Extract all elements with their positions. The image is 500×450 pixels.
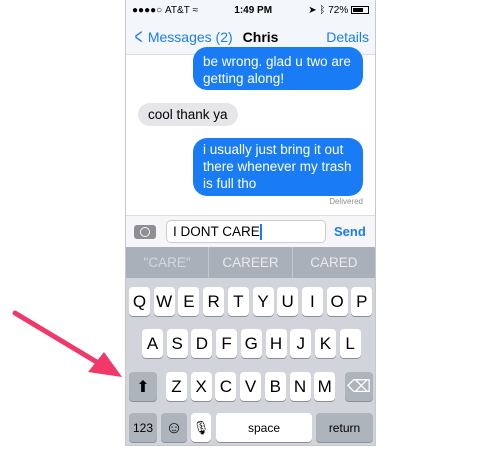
arrow-head <box>88 352 122 377</box>
pointer-arrow <box>12 310 122 377</box>
arrow-shaft <box>12 310 103 367</box>
